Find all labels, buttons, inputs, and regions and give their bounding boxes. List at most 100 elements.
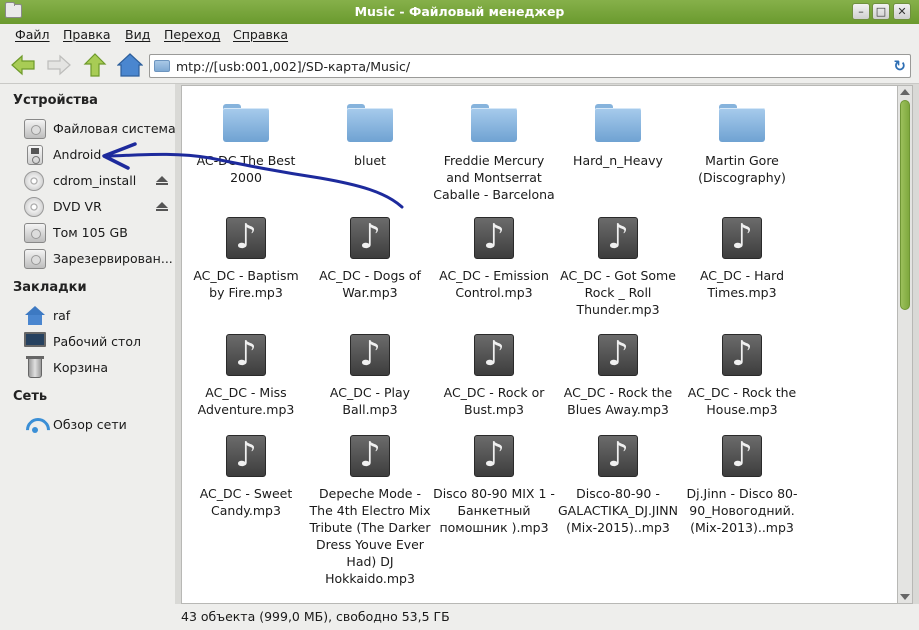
file-name: AC_DC - Dogs of War.mp3 <box>319 268 421 300</box>
file-name: AC_DC - Emission Control.mp3 <box>439 268 549 300</box>
music-file-icon <box>722 434 762 477</box>
file-item[interactable]: Dj.Jinn - Disco 80-90_Новогодний.(Mix-20… <box>680 434 804 536</box>
folder-icon <box>154 60 170 72</box>
file-item[interactable]: Martin Gore (Discography) <box>680 102 804 186</box>
sidebar-item-label: Корзина <box>53 360 109 375</box>
reload-icon[interactable]: ↻ <box>893 57 906 75</box>
file-item[interactable]: Depeche Mode - The 4th Electro Mix Tribu… <box>308 434 432 587</box>
file-name: AC_DC - Got Some Rock _ Roll Thunder.mp3 <box>560 268 676 317</box>
sidebar-item-label: cdrom_install <box>53 173 137 188</box>
sidebar-item-android[interactable]: Android <box>22 143 172 167</box>
folder-icon <box>347 102 393 144</box>
file-item[interactable]: AC_DC - Rock the House.mp3 <box>680 333 804 418</box>
sidebar-item-volume-105gb[interactable]: Том 105 GB <box>22 221 172 245</box>
minimize-button[interactable]: – <box>852 3 870 20</box>
file-item[interactable]: AC_DC - Play Ball.mp3 <box>308 333 432 418</box>
status-text: 43 объекта (999,0 МБ), свободно 53,5 ГБ <box>181 609 450 624</box>
hard-disk-icon <box>24 249 46 269</box>
file-item[interactable]: AC_DC - Miss Adventure.mp3 <box>184 333 308 418</box>
menu-view[interactable]: Вид <box>125 27 150 42</box>
file-name: Disco 80-90 MIX 1 - Банкетный помошник )… <box>433 486 555 535</box>
close-button[interactable]: ✕ <box>893 3 911 20</box>
folder-icon <box>595 102 641 144</box>
music-file-icon <box>226 333 266 376</box>
scroll-up-icon[interactable] <box>900 89 910 95</box>
music-file-icon <box>350 333 390 376</box>
file-item[interactable]: AC_DC - Hard Times.mp3 <box>680 216 804 301</box>
music-file-icon <box>722 216 762 259</box>
file-item[interactable]: Disco-80-90 - GALACTIKA_DJ.JINN (Mix-201… <box>556 434 680 536</box>
file-item[interactable]: AC_DC - Got Some Rock _ Roll Thunder.mp3 <box>556 216 680 318</box>
trash-icon <box>26 356 44 378</box>
sidebar-item-desktop[interactable]: Рабочий стол <box>22 330 172 354</box>
file-item[interactable]: AC-DC The Best 2000 <box>184 102 308 186</box>
sidebar-item-dvd-vr[interactable]: DVD VR <box>22 195 172 219</box>
music-file-icon <box>722 333 762 376</box>
vertical-scrollbar[interactable] <box>898 85 913 604</box>
file-item[interactable]: Hard_n_Heavy <box>556 102 680 169</box>
menu-go[interactable]: Переход <box>164 27 220 42</box>
address-bar[interactable]: mtp://[usb:001,002]/SD-карта/Music/ ↻ <box>149 54 911 78</box>
sidebar-section-devices: Устройства <box>13 93 98 108</box>
file-view[interactable]: AC-DC The Best 2000 bluet Freddie Mercur… <box>181 85 898 604</box>
file-item[interactable]: bluet <box>308 102 432 169</box>
network-icon <box>24 415 46 435</box>
back-arrow-icon[interactable] <box>10 53 36 77</box>
menu-bar: Файл Правка Вид Переход Справка <box>0 24 919 46</box>
media-player-icon <box>27 145 43 165</box>
scrollbar-thumb[interactable] <box>900 100 910 310</box>
file-item[interactable]: AC_DC - Rock or Bust.mp3 <box>432 333 556 418</box>
up-arrow-icon[interactable] <box>82 53 108 77</box>
sidebar-item-cdrom-install[interactable]: cdrom_install <box>22 169 172 193</box>
file-item[interactable]: Disco 80-90 MIX 1 - Банкетный помошник )… <box>432 434 556 536</box>
music-file-icon <box>350 434 390 477</box>
sidebar-item-raf[interactable]: raf <box>22 304 172 328</box>
music-file-icon <box>598 216 638 259</box>
file-item[interactable]: AC_DC - Rock the Blues Away.mp3 <box>556 333 680 418</box>
music-file-icon <box>226 216 266 259</box>
file-item[interactable]: AC_DC - Emission Control.mp3 <box>432 216 556 301</box>
menu-edit[interactable]: Правка <box>63 27 111 42</box>
sidebar-item-label: DVD VR <box>53 199 102 214</box>
menu-file[interactable]: Файл <box>15 27 50 42</box>
file-name: Dj.Jinn - Disco 80-90_Новогодний.(Mix-20… <box>686 486 798 535</box>
eject-icon[interactable] <box>156 176 168 186</box>
hard-disk-icon <box>24 119 46 139</box>
status-bar: 43 объекта (999,0 МБ), свободно 53,5 ГБ <box>175 604 919 630</box>
desktop-icon <box>24 332 46 347</box>
window-title: Music - Файловый менеджер <box>354 4 565 19</box>
file-item[interactable]: AC_DC - Dogs of War.mp3 <box>308 216 432 301</box>
sidebar-item-trash[interactable]: Корзина <box>22 356 172 380</box>
optical-disc-icon <box>24 197 44 217</box>
menu-help[interactable]: Справка <box>233 27 288 42</box>
music-file-icon <box>474 333 514 376</box>
music-file-icon <box>474 216 514 259</box>
maximize-button[interactable]: □ <box>872 3 890 20</box>
file-item[interactable]: Freddie Mercury and Montserrat Caballe -… <box>432 102 556 203</box>
sidebar-item-label: Том 105 GB <box>53 225 128 240</box>
scroll-down-icon[interactable] <box>900 594 910 600</box>
file-name: AC_DC - Play Ball.mp3 <box>329 385 411 417</box>
file-item[interactable]: AC_DC - Baptism by Fire.mp3 <box>184 216 308 301</box>
sidebar-item-filesystem[interactable]: Файловая система <box>22 117 176 141</box>
optical-disc-icon <box>24 171 44 191</box>
sidebar-item-reserved[interactable]: Зарезервирован... <box>22 247 173 271</box>
home-icon[interactable] <box>117 53 143 77</box>
forward-arrow-icon[interactable] <box>46 53 72 77</box>
home-folder-icon <box>24 306 46 326</box>
file-item[interactable]: AC_DC - Sweet Candy.mp3 <box>184 434 308 519</box>
file-name: AC_DC - Sweet Candy.mp3 <box>199 486 293 518</box>
sidebar-section-network: Сеть <box>13 389 48 404</box>
file-name: bluet <box>354 153 386 168</box>
sidebar-item-label: Файловая система <box>53 121 176 136</box>
file-name: Depeche Mode - The 4th Electro Mix Tribu… <box>309 486 431 586</box>
file-name: Disco-80-90 - GALACTIKA_DJ.JINN (Mix-201… <box>557 486 678 535</box>
folder-icon <box>223 102 269 144</box>
file-name: AC_DC - Rock the Blues Away.mp3 <box>563 385 673 417</box>
sidebar-item-network-browse[interactable]: Обзор сети <box>22 413 172 437</box>
address-path[interactable]: mtp://[usb:001,002]/SD-карта/Music/ <box>176 59 410 74</box>
eject-icon[interactable] <box>156 202 168 212</box>
music-file-icon <box>474 434 514 477</box>
file-name: Hard_n_Heavy <box>573 153 663 168</box>
music-file-icon <box>226 434 266 477</box>
